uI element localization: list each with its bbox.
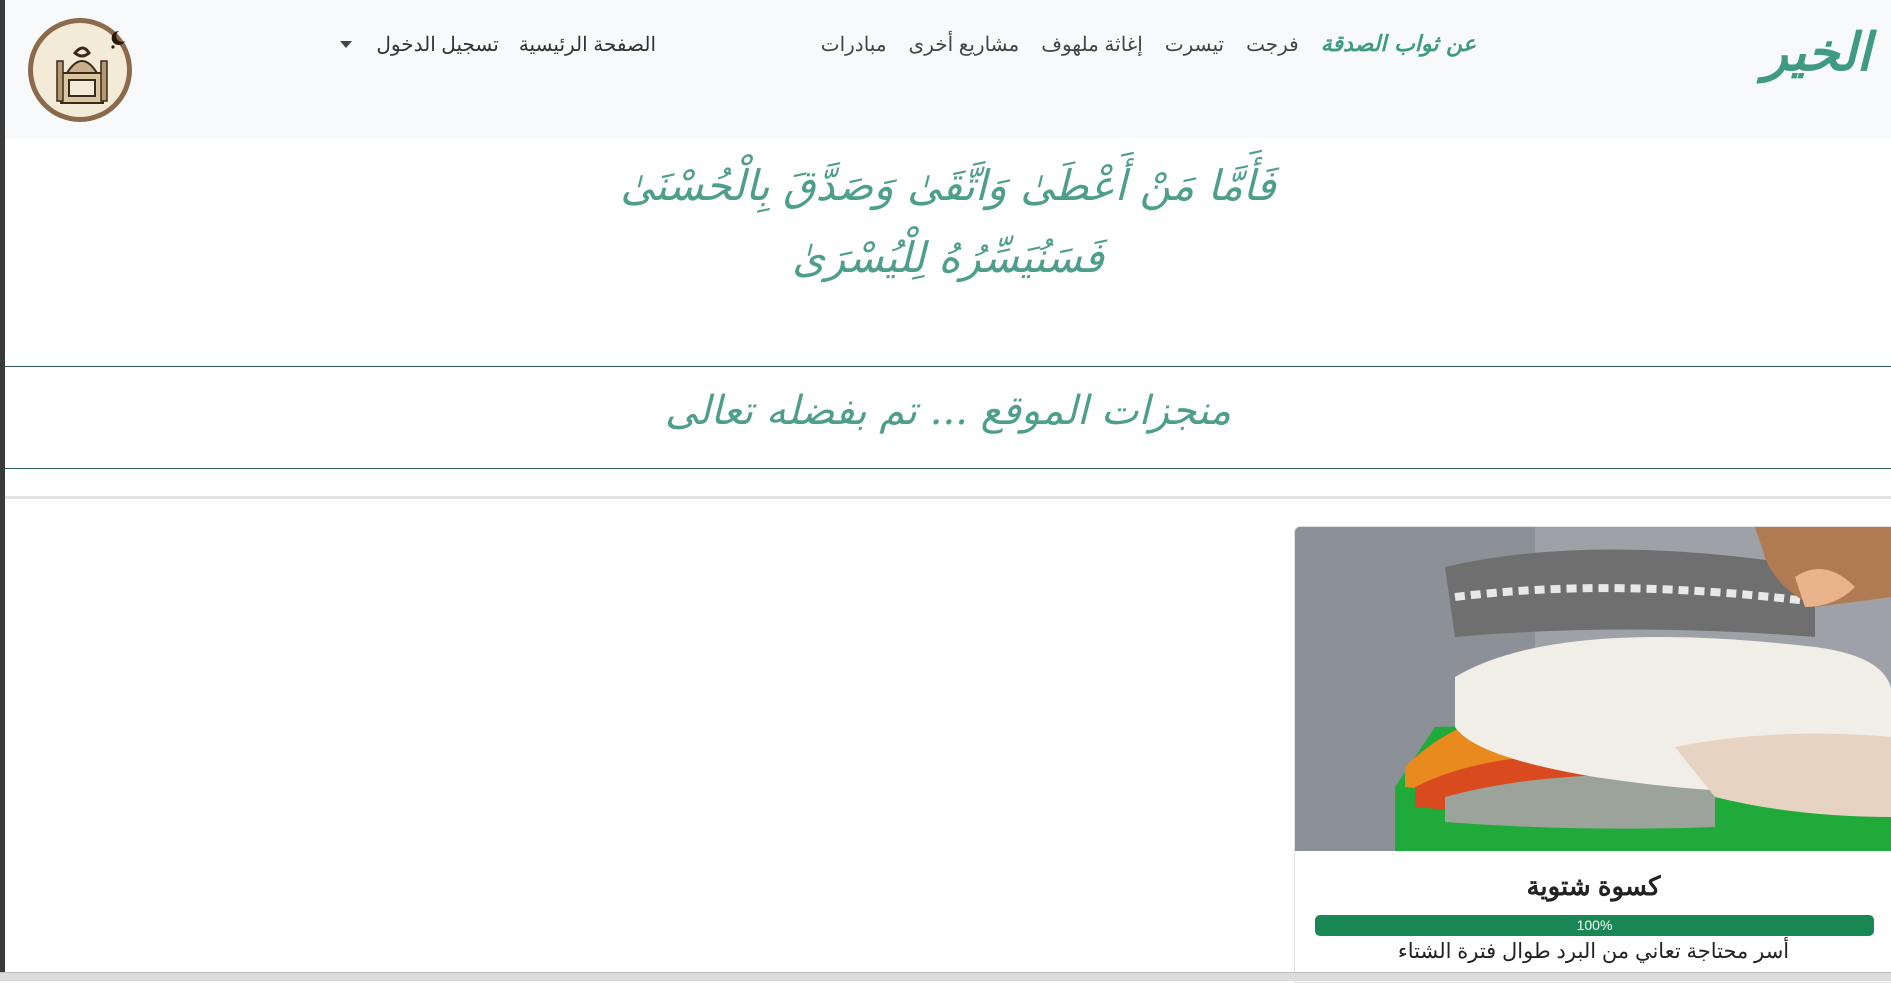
nav-item-charity-reward[interactable]: عن ثواب الصدقة: [1321, 31, 1476, 57]
verse-line-2: فَسَنُيَسِّرُهُ لِلْيُسْرَىٰ: [792, 233, 1104, 282]
nav-item-relieved[interactable]: فرجت: [1246, 32, 1299, 57]
achievements-heading: منجزات الموقع ... تم بفضله تعالى: [664, 388, 1231, 434]
nav-item-other-projects[interactable]: مشاريع أخرى: [909, 32, 1020, 57]
primary-nav: عن ثواب الصدقة فرجت تيسرت إغاثة ملهوف مش…: [821, 24, 1476, 64]
secondary-nav: الصفحة الرئيسية تسجيل الدخول: [340, 24, 656, 64]
project-card[interactable]: كسوة شتوية 100% أسر محتاجة تعاني من البر…: [1294, 526, 1891, 983]
card-title: كسوة شتوية: [1526, 871, 1661, 901]
mosque-crescent-logo-icon[interactable]: [27, 17, 133, 123]
window-bottom-border: [0, 972, 1891, 981]
nav-item-relief[interactable]: إغاثة ملهوف: [1041, 32, 1143, 57]
divider-top: [5, 366, 1891, 367]
window-left-border: [0, 0, 5, 981]
winter-clothes-image: [1295, 527, 1891, 851]
progress-label: 100%: [1576, 917, 1613, 933]
brand-logo-text[interactable]: الخير: [1763, 18, 1871, 88]
nav-item-eased[interactable]: تيسرت: [1165, 32, 1224, 57]
nav-item-initiatives[interactable]: مبادرات: [821, 32, 887, 57]
progress-bar: 100%: [1315, 915, 1874, 936]
nav-item-home[interactable]: الصفحة الرئيسية: [519, 32, 656, 57]
quran-verse: فَأَمَّا مَنْ أَعْطَىٰ وَاتَّقَىٰ وَصَدَ…: [5, 150, 1891, 294]
navbar: الخير عن ثواب الصدقة فرجت تيسرت إغاثة مل…: [5, 0, 1891, 138]
dropdown-caret-icon[interactable]: [340, 40, 353, 48]
divider-bottom: [5, 468, 1891, 469]
verse-line-1: فَأَمَّا مَنْ أَعْطَىٰ وَاتَّقَىٰ وَصَدَ…: [620, 161, 1276, 210]
card-description: أسر محتاجة تعاني من البرد طوال فترة الشت…: [1397, 940, 1790, 963]
section-separator: [5, 496, 1891, 499]
nav-item-login[interactable]: تسجيل الدخول: [376, 32, 498, 57]
